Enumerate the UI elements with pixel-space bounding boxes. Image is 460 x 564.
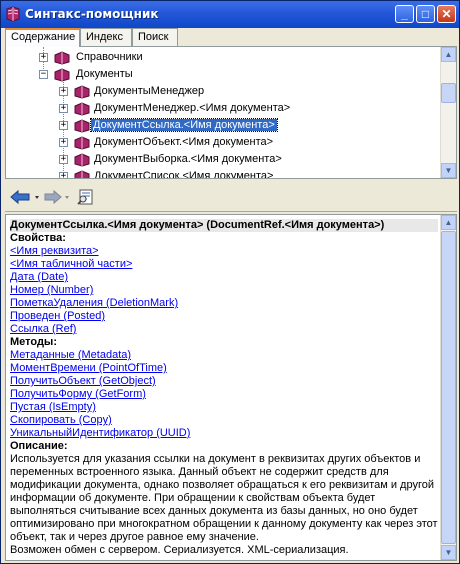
help-content-pane[interactable]: ДокументСсылка.<Имя документа> (Document… — [5, 214, 457, 561]
methods-header: Методы: — [10, 336, 57, 348]
back-button[interactable] — [9, 187, 43, 207]
expand-icon[interactable]: + — [59, 172, 68, 178]
book-icon — [74, 102, 90, 116]
scroll-up-icon[interactable]: ▲ — [441, 47, 456, 62]
collapse-icon[interactable]: − — [39, 70, 48, 79]
tab-search-label: Поиск — [138, 31, 169, 43]
tree-item-label: ДокументыМенеджер — [94, 85, 205, 97]
close-button[interactable]: ✕ — [437, 5, 456, 23]
expand-icon[interactable]: + — [59, 138, 68, 147]
tree-item-documents[interactable]: − Документы — [6, 67, 436, 83]
property-link[interactable]: Проведен (Posted) — [10, 310, 438, 323]
book-icon — [54, 51, 70, 65]
scroll-down-icon[interactable]: ▼ — [441, 163, 456, 178]
availability-note: Возможен обмен с сервером. Сериализуется… — [10, 544, 349, 556]
expand-icon[interactable]: + — [59, 104, 68, 113]
navigation-toolbar — [5, 183, 457, 211]
property-link[interactable]: <Имя табличной части> — [10, 258, 438, 271]
tree-item-catalogs[interactable]: + Справочники — [6, 50, 436, 66]
tree-item-label: Документы — [76, 68, 133, 80]
description-header: Описание: — [10, 440, 68, 452]
tree-item-label: ДокументОбъект.<Имя документа> — [94, 136, 274, 148]
find-in-tree-button[interactable] — [75, 187, 97, 207]
tab-contents[interactable]: Содержание — [5, 28, 80, 47]
tree-item-document-selection[interactable]: + ДокументВыборка.<Имя документа> — [6, 152, 436, 168]
tab-search[interactable]: Поиск — [132, 28, 178, 46]
tree-item-document-list[interactable]: + ДокументСписок.<Имя документа> — [6, 169, 436, 178]
close-icon: ✕ — [441, 7, 452, 21]
topic-title: ДокументСсылка.<Имя документа> (Document… — [10, 219, 438, 232]
minimize-button[interactable]: _ — [395, 5, 414, 23]
tree-item-document-ref[interactable]: + ДокументСсылка.<Имя документа> — [6, 118, 436, 134]
syntax-helper-window: Синтакс-помощник _ □ ✕ Содержание Индекс… — [0, 0, 460, 564]
open-book-icon — [54, 68, 70, 82]
tree-item-label: ДокументМенеджер.<Имя документа> — [94, 102, 291, 114]
property-link[interactable]: Номер (Number) — [10, 284, 438, 297]
properties-header: Свойства: — [10, 232, 66, 244]
method-link[interactable]: Пустая (IsEmpty) — [10, 401, 438, 414]
expand-icon[interactable]: + — [59, 155, 68, 164]
tree-scrollbar[interactable]: ▲ ▼ — [440, 47, 456, 178]
method-link[interactable]: УникальныйИдентификатор (UUID) — [10, 427, 438, 440]
tab-index-label: Индекс — [86, 31, 123, 43]
scroll-thumb[interactable] — [441, 231, 456, 544]
method-link[interactable]: ПолучитьФорму (GetForm) — [10, 388, 438, 401]
book-icon — [74, 119, 90, 133]
property-link[interactable]: Ссылка (Ref) — [10, 323, 438, 336]
toolbar-divider — [5, 211, 457, 212]
property-link[interactable]: ПометкаУдаления (DeletionMark) — [10, 297, 438, 310]
expand-icon[interactable]: + — [39, 53, 48, 62]
property-link[interactable]: <Имя реквизита> — [10, 245, 438, 258]
tree-item-label: Справочники — [76, 51, 143, 63]
book-icon — [74, 85, 90, 99]
forward-button[interactable] — [43, 187, 73, 207]
method-link[interactable]: Метаданные (Metadata) — [10, 349, 438, 362]
title-bar[interactable]: Синтакс-помощник _ □ ✕ — [1, 1, 459, 28]
minimize-icon: _ — [401, 7, 408, 21]
tree-item-label: ДокументСписок.<Имя документа> — [94, 170, 274, 178]
tree-item-document-manager[interactable]: + ДокументМенеджер.<Имя документа> — [6, 101, 436, 117]
book-app-icon — [6, 6, 20, 22]
expand-icon[interactable]: + — [59, 87, 68, 96]
method-link[interactable]: МоментВремени (PointOfTime) — [10, 362, 438, 375]
scroll-up-icon[interactable]: ▲ — [441, 215, 456, 230]
tree-item-documents-manager[interactable]: + ДокументыМенеджер — [6, 84, 436, 100]
scroll-thumb[interactable] — [441, 83, 456, 103]
method-link[interactable]: ПолучитьОбъект (GetObject) — [10, 375, 438, 388]
book-icon — [74, 170, 90, 178]
tree-item-label: ДокументСсылка.<Имя документа> — [90, 118, 278, 132]
window-title: Синтакс-помощник — [25, 7, 159, 21]
book-icon — [74, 136, 90, 150]
tab-contents-label: Содержание — [11, 31, 76, 43]
property-link[interactable]: Дата (Date) — [10, 271, 438, 284]
tab-index[interactable]: Индекс — [80, 28, 132, 46]
method-link[interactable]: Скопировать (Copy) — [10, 414, 438, 427]
maximize-icon: □ — [421, 7, 430, 21]
contents-tree[interactable]: + Справочники − Документы + ДокументыМен… — [5, 46, 457, 179]
help-content: ДокументСсылка.<Имя документа> (Document… — [10, 219, 438, 557]
scroll-down-icon[interactable]: ▼ — [441, 545, 456, 560]
maximize-button[interactable]: □ — [416, 5, 435, 23]
tree-item-document-object[interactable]: + ДокументОбъект.<Имя документа> — [6, 135, 436, 151]
book-icon — [74, 153, 90, 167]
content-scrollbar[interactable]: ▲ ▼ — [440, 215, 456, 560]
expand-icon[interactable]: + — [59, 121, 68, 130]
description-text: Используется для указания ссылки на доку… — [10, 453, 438, 543]
tree-item-label: ДокументВыборка.<Имя документа> — [94, 153, 282, 165]
